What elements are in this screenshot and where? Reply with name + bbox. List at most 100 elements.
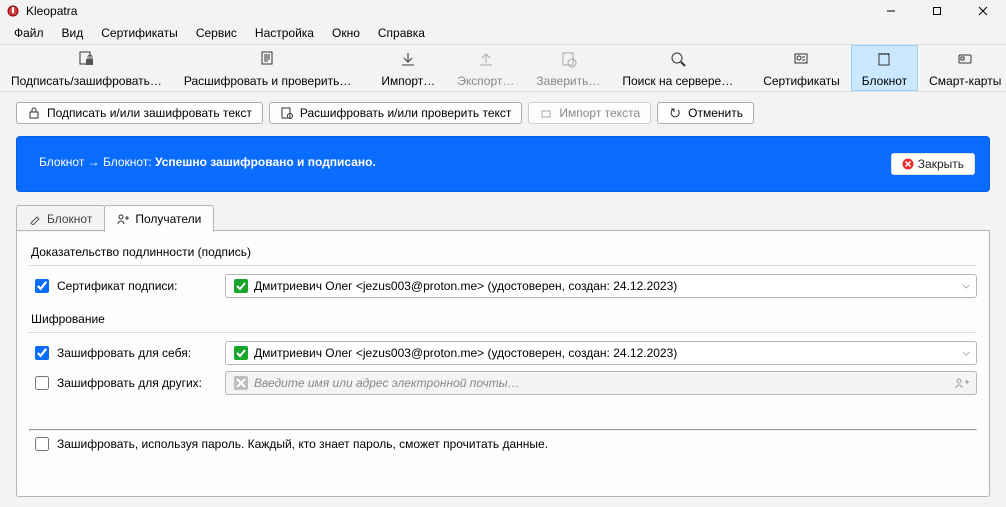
encrypt-self-checkbox[interactable]: [35, 346, 49, 360]
action-bar: Подписать и/или зашифровать текст Расшиф…: [0, 92, 1006, 130]
search-icon: [669, 50, 687, 68]
tab-recipients[interactable]: Получатели: [104, 205, 214, 232]
tool-lookup-label: Поиск на сервере…: [622, 74, 733, 88]
app-icon: [6, 4, 20, 18]
export-icon: [477, 50, 495, 68]
decrypt-verify-icon: [259, 50, 277, 68]
encrypt-others-label: Зашифровать для других:: [57, 376, 217, 390]
close-icon: [902, 158, 914, 170]
signing-cert-value: Дмитриевич Олег <jezus003@proton.me> (уд…: [254, 279, 677, 293]
tool-certify-label: Заверить…: [536, 74, 600, 88]
banner-close-label: Закрыть: [918, 157, 964, 171]
encrypt-password-checkbox[interactable]: [35, 437, 49, 451]
status-banner: Блокнот → Блокнот: Успешно зашифровано и…: [16, 136, 990, 192]
certify-icon: [559, 50, 577, 68]
menu-file[interactable]: Файл: [6, 24, 52, 42]
notepad-icon: [875, 50, 893, 68]
recipients-panel: Доказательство подлинности (подпись) Сер…: [16, 231, 990, 497]
banner-message: Блокнот → Блокнот: Успешно зашифровано и…: [39, 153, 376, 172]
chevron-down-icon-2: ⌵: [962, 348, 970, 359]
tab-notepad-label: Блокнот: [47, 212, 92, 226]
maximize-button[interactable]: [914, 0, 960, 22]
tool-decrypt-verify-label: Расшифровать и проверить…: [184, 74, 351, 88]
menu-view[interactable]: Вид: [54, 24, 92, 42]
encrypt-self-combo[interactable]: Дмитриевич Олег <jezus003@proton.me> (уд…: [225, 341, 977, 365]
signing-cert-row: Сертификат подписи: Дмитриевич Олег <jez…: [35, 274, 977, 298]
encrypt-self-row: Зашифровать для себя: Дмитриевич Олег <j…: [35, 341, 977, 365]
import-text-label: Импорт текста: [559, 106, 640, 120]
menu-service[interactable]: Сервис: [188, 24, 245, 42]
tool-smartcards-label: Смарт-карты: [929, 74, 1001, 88]
encrypt-password-label: Зашифровать, используя пароль. Каждый, к…: [57, 437, 548, 451]
decrypt-verify-text-button[interactable]: Расшифровать и/или проверить текст: [269, 102, 522, 124]
encrypt-others-placeholder: Введите имя или адрес электронной почты…: [254, 376, 520, 390]
encrypt-others-checkbox[interactable]: [35, 376, 49, 390]
signing-rule: [29, 265, 977, 266]
tool-import[interactable]: Импорт…: [370, 45, 446, 91]
encryption-rule: [29, 332, 977, 333]
minimize-button[interactable]: [868, 0, 914, 22]
encrypt-others-input[interactable]: Введите имя или адрес электронной почты…: [225, 371, 977, 395]
tool-import-label: Импорт…: [381, 74, 435, 88]
tool-smartcards[interactable]: Смарт-карты: [918, 45, 1006, 91]
import-icon: [399, 50, 417, 68]
chevron-down-icon: ⌵: [962, 281, 970, 292]
encrypt-password-section: Зашифровать, используя пароль. Каждый, к…: [29, 429, 977, 451]
blocked-icon: [232, 374, 250, 392]
revert-label: Отменить: [688, 106, 743, 120]
window-controls: [868, 0, 1006, 22]
tool-decrypt-verify[interactable]: Расшифровать и проверить…: [173, 45, 362, 91]
sign-encrypt-text-label: Подписать и/или зашифровать текст: [47, 106, 252, 120]
encryption-group-label: Шифрование: [31, 312, 977, 326]
people-icon: [117, 213, 129, 225]
smartcard-icon: [956, 50, 974, 68]
menu-settings[interactable]: Настройка: [247, 24, 322, 42]
pencil-icon: [29, 213, 41, 225]
menu-window[interactable]: Окно: [324, 24, 368, 42]
menubar: Файл Вид Сертификаты Сервис Настройка Ок…: [0, 22, 1006, 44]
signing-cert-checkbox[interactable]: [35, 279, 49, 293]
app-title: Kleopatra: [26, 4, 77, 18]
encrypt-password-row: Зашифровать, используя пароль. Каждый, к…: [35, 437, 977, 451]
decrypt-verify-text-label: Расшифровать и/или проверить текст: [300, 106, 511, 120]
menu-help[interactable]: Справка: [370, 24, 433, 42]
tool-lookup[interactable]: Поиск на сервере…: [611, 45, 744, 91]
encryption-group: Шифрование Зашифровать для себя: Дмитрие…: [29, 312, 977, 395]
encrypt-self-label: Зашифровать для себя:: [57, 346, 217, 360]
banner-prefix: Блокнот → Блокнот:: [39, 155, 152, 169]
verified-icon: [232, 277, 250, 295]
certificates-icon: [792, 50, 810, 68]
tool-sign-encrypt[interactable]: Подписать/зашифровать…: [0, 45, 173, 91]
banner-close-button[interactable]: Закрыть: [891, 153, 975, 175]
titlebar: Kleopatra: [0, 0, 1006, 22]
tool-export-label: Экспорт…: [457, 74, 514, 88]
lock-icon: [27, 106, 41, 120]
tab-recipients-label: Получатели: [135, 212, 201, 226]
import-text-button: Импорт текста: [528, 102, 651, 124]
signing-cert-combo[interactable]: Дмитриевич Олег <jezus003@proton.me> (уд…: [225, 274, 977, 298]
people-add-icon: [954, 375, 970, 391]
encrypt-others-row: Зашифровать для других: Введите имя или …: [35, 371, 977, 395]
tool-notepad-label: Блокнот: [862, 74, 907, 88]
tool-notepad[interactable]: Блокнот: [851, 45, 918, 91]
signing-group-label: Доказательство подлинности (подпись): [31, 245, 977, 259]
tool-sign-encrypt-label: Подписать/зашифровать…: [11, 74, 162, 88]
tabs: Блокнот Получатели: [16, 204, 990, 231]
menu-certificates[interactable]: Сертификаты: [93, 24, 186, 42]
main-toolbar: Подписать/зашифровать… Расшифровать и пр…: [0, 44, 1006, 92]
tool-certify: Заверить…: [525, 45, 611, 91]
revert-button[interactable]: Отменить: [657, 102, 754, 124]
tool-certificates-label: Сертификаты: [763, 74, 840, 88]
sign-encrypt-icon: [77, 50, 95, 68]
tab-notepad[interactable]: Блокнот: [16, 205, 105, 232]
verified-icon-2: [232, 344, 250, 362]
banner-bold: Успешно зашифровано и подписано.: [155, 155, 376, 169]
tool-certificates[interactable]: Сертификаты: [752, 45, 851, 91]
close-button[interactable]: [960, 0, 1006, 22]
undo-icon: [668, 106, 682, 120]
bottom-rule: [29, 429, 977, 431]
encrypt-self-value: Дмитриевич Олег <jezus003@proton.me> (уд…: [254, 346, 677, 360]
sign-encrypt-text-button[interactable]: Подписать и/или зашифровать текст: [16, 102, 263, 124]
signing-group: Доказательство подлинности (подпись) Сер…: [29, 245, 977, 298]
tool-export: Экспорт…: [446, 45, 525, 91]
